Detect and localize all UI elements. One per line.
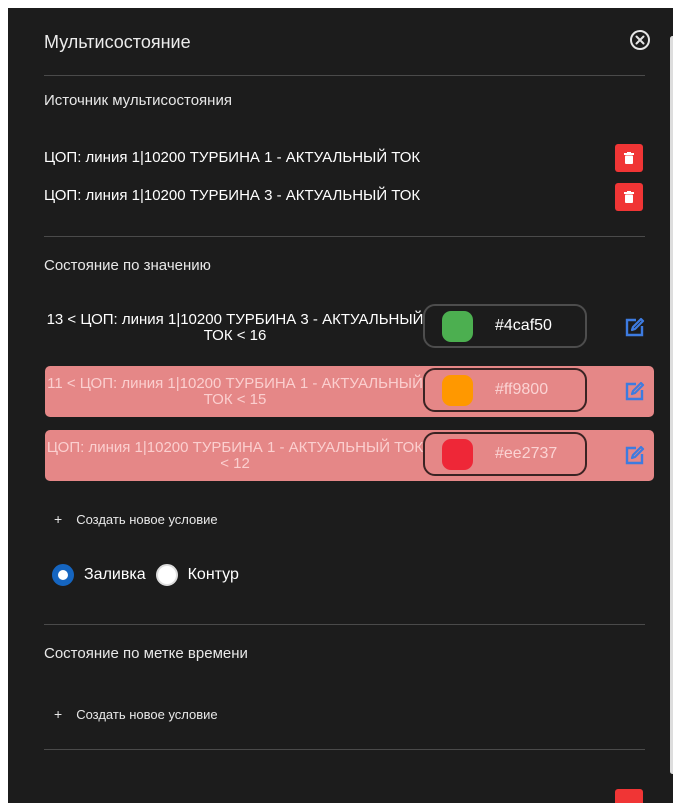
radio-fill-label[interactable]: Заливка [84,566,146,584]
close-button[interactable] [630,30,650,50]
color-hex: #ff9800 [495,381,549,398]
scrollbar[interactable] [670,36,673,774]
color-picker[interactable]: #4caf50 [423,304,587,348]
add-time-condition-button[interactable]: + Создать новое условие [54,706,218,722]
edit-condition-button[interactable] [624,444,646,466]
radio-outline-label[interactable]: Контур [188,566,239,584]
source-item-label: ЦОП: линия 1|10200 ТУРБИНА 3 - АКТУАЛЬНЫ… [44,187,421,204]
color-picker[interactable]: #ff9800 [423,368,587,412]
condition-text: 13 < ЦОП: линия 1|10200 ТУРБИНА 3 - АКТУ… [46,310,424,344]
delete-source-button[interactable] [615,144,643,172]
condition-text: 11 < ЦОП: линия 1|10200 ТУРБИНА 1 - АКТУ… [47,374,423,408]
delete-source-button[interactable] [615,183,643,211]
source-item-label: ЦОП: линия 1|10200 ТУРБИНА 1 - АКТУАЛЬНЫ… [44,149,421,166]
condition-row: 11 < ЦОП: линия 1|10200 ТУРБИНА 1 - АКТУ… [45,366,654,417]
color-swatch [442,310,473,342]
plus-icon: + [54,706,63,722]
divider [44,75,645,76]
trash-icon [624,191,634,203]
condition-text: ЦОП: линия 1|10200 ТУРБИНА 1 - АКТУАЛЬНЫ… [46,438,424,472]
add-condition-label: Создать новое условие [76,512,218,527]
delete-button-partial[interactable] [615,789,643,803]
divider [44,624,645,625]
close-circle-icon [635,35,645,45]
edit-icon [625,381,645,401]
radio-fill[interactable] [52,564,74,586]
fill-mode-radio-group: Заливка Контур [52,564,249,586]
time-state-heading: Состояние по метке времени [44,645,248,662]
trash-icon [624,152,634,164]
plus-icon: + [54,511,63,527]
condition-row: 13 < ЦОП: линия 1|10200 ТУРБИНА 3 - АКТУ… [45,302,654,353]
sources-heading: Источник мультисостояния [44,92,232,109]
radio-outline[interactable] [155,564,178,586]
multistate-dialog: Мультисостояние Источник мультисостояния… [8,8,673,803]
add-condition-label: Создать новое условие [76,707,218,722]
color-picker[interactable]: #ee2737 [423,432,587,476]
condition-row: ЦОП: линия 1|10200 ТУРБИНА 1 - АКТУАЛЬНЫ… [45,430,654,481]
edit-icon [625,317,645,337]
edit-condition-button[interactable] [624,316,646,338]
color-swatch [442,438,473,470]
color-hex: #4caf50 [495,317,552,334]
value-state-heading: Состояние по значению [44,257,211,274]
edit-condition-button[interactable] [624,380,646,402]
divider [44,749,645,750]
add-value-condition-button[interactable]: + Создать новое условие [54,511,218,527]
edit-icon [625,445,645,465]
color-hex: #ee2737 [495,445,558,462]
divider [44,236,645,237]
dialog-title: Мультисостояние [44,32,191,52]
color-swatch [442,374,473,406]
